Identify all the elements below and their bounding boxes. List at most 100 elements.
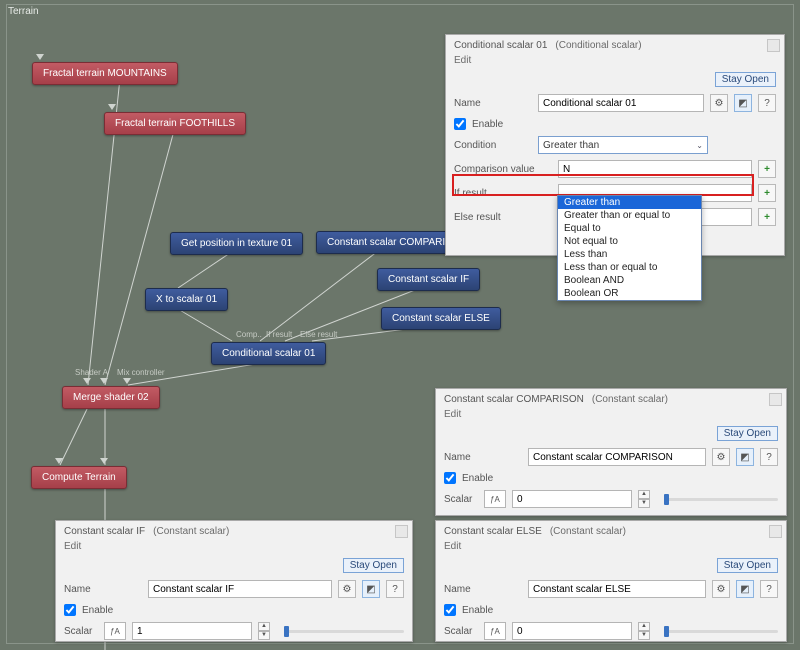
dropdown-option[interactable]: Greater than or equal to xyxy=(558,209,701,222)
stay-open-button[interactable]: Stay Open xyxy=(715,72,776,87)
close-icon[interactable] xyxy=(769,525,782,538)
enable-label: Enable xyxy=(472,119,503,130)
scalar-slider[interactable] xyxy=(664,630,778,633)
node-constant-else[interactable]: Constant scalar ELSE xyxy=(381,307,501,330)
panel-title-primary: Constant scalar IF xyxy=(64,526,145,537)
node-conditional-scalar[interactable]: Conditional scalar 01 xyxy=(211,342,326,365)
enable-label: Enable xyxy=(462,605,493,616)
enable-checkbox[interactable] xyxy=(444,472,456,484)
stay-open-button[interactable]: Stay Open xyxy=(343,558,404,573)
close-icon[interactable] xyxy=(395,525,408,538)
scalar-spinner[interactable]: ▲▼ xyxy=(258,622,270,640)
info-icon[interactable]: ◩ xyxy=(736,580,754,598)
panel-constant-if: Constant scalar IF (Constant scalar) Edi… xyxy=(55,520,413,642)
scalar-label: Scalar xyxy=(444,494,478,505)
panel-title-primary: Conditional scalar 01 xyxy=(454,40,547,51)
help-icon[interactable]: ? xyxy=(760,580,778,598)
gear-icon[interactable]: ⚙ xyxy=(338,580,356,598)
name-input[interactable] xyxy=(528,580,706,598)
edit-label: Edit xyxy=(446,53,784,72)
help-icon[interactable]: ? xyxy=(760,448,778,466)
stay-open-button[interactable]: Stay Open xyxy=(717,426,778,441)
enable-label: Enable xyxy=(82,605,113,616)
fx-icon[interactable]: ƒA xyxy=(104,622,126,640)
panel-title-secondary: (Constant scalar) xyxy=(550,526,626,537)
info-icon[interactable]: ◩ xyxy=(362,580,380,598)
panel-title-secondary: (Constant scalar) xyxy=(592,394,668,405)
edit-label: Edit xyxy=(436,539,786,558)
node-merge-shader[interactable]: Merge shader 02 xyxy=(62,386,160,409)
enable-checkbox[interactable] xyxy=(454,118,466,130)
close-icon[interactable] xyxy=(769,393,782,406)
edit-label: Edit xyxy=(436,407,786,426)
condition-select[interactable]: Greater than ⌄ xyxy=(538,136,708,154)
condition-dropdown[interactable]: Greater than Greater than or equal to Eq… xyxy=(557,195,702,301)
name-input[interactable] xyxy=(538,94,704,112)
dropdown-option[interactable]: Boolean OR xyxy=(558,287,701,300)
enable-checkbox[interactable] xyxy=(64,604,76,616)
panel-title-primary: Constant scalar ELSE xyxy=(444,526,542,537)
info-icon[interactable]: ◩ xyxy=(736,448,754,466)
condition-value: Greater than xyxy=(543,140,599,151)
scalar-label: Scalar xyxy=(64,626,98,637)
node-fractal-mountains[interactable]: Fractal terrain MOUNTAINS xyxy=(32,62,178,85)
add-button[interactable]: + xyxy=(758,184,776,202)
scalar-input[interactable] xyxy=(512,622,632,640)
gear-icon[interactable]: ⚙ xyxy=(710,94,728,112)
scalar-spinner[interactable]: ▲▼ xyxy=(638,622,650,640)
dropdown-option[interactable]: Not equal to xyxy=(558,235,701,248)
scalar-slider[interactable] xyxy=(284,630,404,633)
panel-title-secondary: (Conditional scalar) xyxy=(555,40,641,51)
scalar-input[interactable] xyxy=(132,622,252,640)
comparison-value-label: Comparison value xyxy=(454,164,552,175)
panel-constant-comparison: Constant scalar COMPARISON (Constant sca… xyxy=(435,388,787,516)
dropdown-option[interactable]: Equal to xyxy=(558,222,701,235)
help-icon[interactable]: ? xyxy=(758,94,776,112)
add-button[interactable]: + xyxy=(758,160,776,178)
scalar-label: Scalar xyxy=(444,626,478,637)
scalar-input[interactable] xyxy=(512,490,632,508)
fx-icon[interactable]: ƒA xyxy=(484,490,506,508)
gear-icon[interactable]: ⚙ xyxy=(712,448,730,466)
dropdown-option[interactable]: Less than or equal to xyxy=(558,261,701,274)
panel-title-primary: Constant scalar COMPARISON xyxy=(444,394,584,405)
node-x-to-scalar[interactable]: X to scalar 01 xyxy=(145,288,228,311)
stay-open-button[interactable]: Stay Open xyxy=(717,558,778,573)
dropdown-option[interactable]: Less than xyxy=(558,248,701,261)
node-constant-if[interactable]: Constant scalar IF xyxy=(377,268,480,291)
help-icon[interactable]: ? xyxy=(386,580,404,598)
scalar-spinner[interactable]: ▲▼ xyxy=(638,490,650,508)
node-get-position[interactable]: Get position in texture 01 xyxy=(170,232,303,255)
node-fractal-foothills[interactable]: Fractal terrain FOOTHILLS xyxy=(104,112,246,135)
gear-icon[interactable]: ⚙ xyxy=(712,580,730,598)
port-label-comp: Comp.. xyxy=(236,330,262,339)
enable-checkbox[interactable] xyxy=(444,604,456,616)
enable-label: Enable xyxy=(462,473,493,484)
panel-title-secondary: (Constant scalar) xyxy=(153,526,229,537)
comparison-value-input[interactable] xyxy=(558,160,752,178)
name-input[interactable] xyxy=(528,448,706,466)
panel-constant-else: Constant scalar ELSE (Constant scalar) E… xyxy=(435,520,787,642)
port-label-mixctl: Mix controller xyxy=(117,368,165,377)
if-result-label: If result xyxy=(454,188,552,199)
name-input[interactable] xyxy=(148,580,332,598)
name-label: Name xyxy=(444,584,522,595)
edit-label: Edit xyxy=(56,539,412,558)
add-button[interactable]: + xyxy=(758,208,776,226)
port-label-ifres: If result xyxy=(266,330,292,339)
node-compute-terrain[interactable]: Compute Terrain xyxy=(31,466,127,489)
dropdown-option[interactable]: Boolean AND xyxy=(558,274,701,287)
close-icon[interactable] xyxy=(767,39,780,52)
scalar-slider[interactable] xyxy=(664,498,778,501)
else-result-label: Else result xyxy=(454,212,552,223)
node-constant-comparison[interactable]: Constant scalar COMPARI.. xyxy=(316,231,462,254)
fx-icon[interactable]: ƒA xyxy=(484,622,506,640)
dropdown-option[interactable]: Greater than xyxy=(558,196,701,209)
chevron-down-icon: ⌄ xyxy=(696,141,703,150)
info-icon[interactable]: ◩ xyxy=(734,94,752,112)
port-label-elseres: Else result xyxy=(300,330,337,339)
condition-label: Condition xyxy=(454,140,532,151)
port-label-shaderA: Shader A xyxy=(75,368,108,377)
name-label: Name xyxy=(454,98,532,109)
name-label: Name xyxy=(64,584,142,595)
